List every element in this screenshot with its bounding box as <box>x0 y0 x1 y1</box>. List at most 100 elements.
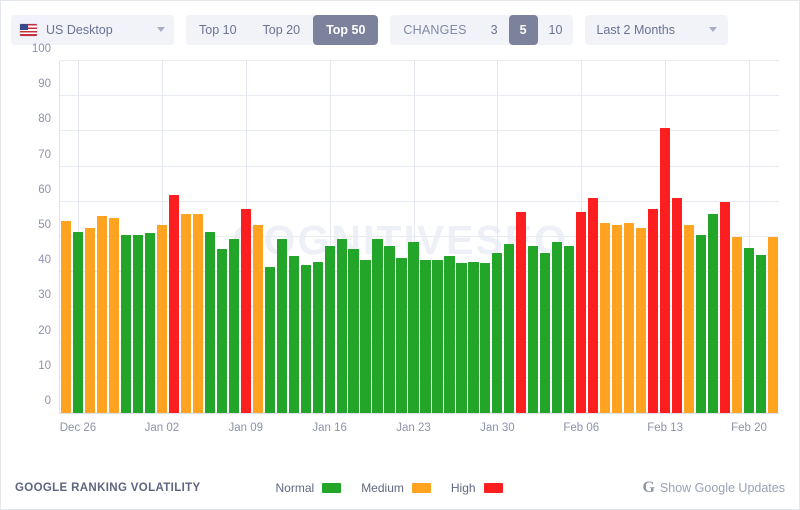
chart-bar[interactable] <box>348 249 359 413</box>
legend-label: Normal <box>275 481 315 495</box>
chart-bar[interactable] <box>384 245 395 413</box>
chart-bar[interactable] <box>648 208 659 413</box>
top-n-segmented-control: Top 10 Top 20 Top 50 <box>186 14 379 45</box>
chart-bar[interactable] <box>564 245 575 413</box>
chart-bar[interactable] <box>84 228 96 413</box>
market-select[interactable]: US Desktop <box>11 14 174 45</box>
chart-bar[interactable] <box>576 212 587 413</box>
chart-plot-area: 0 10 20 30 40 50 60 70 80 90 100 Dec 26 Jan 02 Jan 0… <box>32 43 779 434</box>
chart-bar[interactable] <box>312 261 323 413</box>
x-axis-tick-label: Jan 09 <box>228 422 263 434</box>
y-axis-tick-label: 70 <box>38 148 51 161</box>
chart-bar[interactable] <box>72 231 84 413</box>
x-axis-tick-label: Jan 02 <box>144 422 180 434</box>
chart-bar[interactable] <box>396 258 407 413</box>
chart-bar[interactable] <box>731 237 743 413</box>
chart-bar[interactable] <box>324 245 335 413</box>
us-flag-icon <box>20 23 37 36</box>
legend-swatch <box>411 483 431 493</box>
chart-bar[interactable] <box>336 238 347 413</box>
x-axis-tick-label: Jan 23 <box>396 422 431 434</box>
chart-bar[interactable] <box>180 214 191 413</box>
chart-bar[interactable] <box>767 237 779 413</box>
chart-bar[interactable] <box>660 127 671 413</box>
chart-bar[interactable] <box>96 215 108 413</box>
chart-bar[interactable] <box>372 238 383 413</box>
tab-top-50[interactable]: Top 50 <box>313 14 379 45</box>
y-axis-tick-label: 100 <box>31 43 51 55</box>
chart-bar[interactable] <box>228 238 239 413</box>
legend-item[interactable]: High <box>451 481 503 495</box>
chart-bar[interactable] <box>168 194 179 413</box>
chart-bar[interactable] <box>624 222 635 413</box>
chart-bar[interactable] <box>60 221 72 413</box>
legend-item[interactable]: Medium <box>361 481 431 495</box>
chart-bar[interactable] <box>432 259 443 413</box>
x-axis-tick-label: Jan 16 <box>312 422 347 434</box>
y-axis-tick-label: 60 <box>38 183 51 196</box>
changes-segmented-control: CHANGES 3 5 10 <box>390 14 574 45</box>
legend-label: High <box>450 481 476 495</box>
chart-bar[interactable] <box>456 263 467 413</box>
volatility-chart: COGNITIVESEO 0 10 20 30 40 50 60 70 80 90 100 Dec … <box>13 43 787 443</box>
chart-bar[interactable] <box>108 217 119 413</box>
chart-footer: GOOGLE RANKING VOLATILITY Normal Medium Hi… <box>1 467 799 509</box>
chart-bar[interactable] <box>192 214 203 413</box>
x-axis-tick-label: Feb 20 <box>731 422 767 434</box>
y-axis-tick-label: 10 <box>38 359 51 372</box>
legend-item[interactable]: Normal <box>276 481 342 495</box>
chart-bar[interactable] <box>600 222 611 413</box>
google-g-icon: G <box>642 479 655 496</box>
chart-bar[interactable] <box>144 233 155 413</box>
chart-bar[interactable] <box>492 252 503 413</box>
chart-bar[interactable] <box>719 201 731 413</box>
chart-bar[interactable] <box>360 259 371 413</box>
chart-bar[interactable] <box>240 208 251 413</box>
chart-bar[interactable] <box>288 256 299 413</box>
chart-bar[interactable] <box>755 254 767 413</box>
y-axis-tick-label: 50 <box>38 219 51 231</box>
chart-bar[interactable] <box>216 249 227 413</box>
chart-bar[interactable] <box>540 252 551 413</box>
chevron-down-icon <box>157 27 165 32</box>
chart-bar[interactable] <box>408 242 419 413</box>
chart-bar[interactable] <box>156 224 167 413</box>
tab-changes-3[interactable]: 3 <box>480 15 509 45</box>
chart-bar[interactable] <box>552 242 563 413</box>
chart-bar[interactable] <box>743 247 755 413</box>
tab-changes-5[interactable]: 5 <box>508 14 538 45</box>
chart-bar[interactable] <box>672 198 683 413</box>
chart-bar[interactable] <box>468 261 479 413</box>
chart-bar[interactable] <box>696 235 707 413</box>
chart-bar[interactable] <box>132 235 143 413</box>
show-google-updates-button[interactable]: G Show Google Updates <box>642 480 785 496</box>
chart-bar[interactable] <box>707 214 719 413</box>
chart-legend: Normal Medium High <box>276 481 503 495</box>
chart-bar[interactable] <box>444 256 455 413</box>
chart-bar[interactable] <box>528 245 539 413</box>
tab-top-10[interactable]: Top 10 <box>186 15 250 45</box>
chart-bar[interactable] <box>264 266 275 413</box>
chart-bar[interactable] <box>300 265 311 413</box>
date-range-select[interactable]: Last 2 Months <box>585 14 729 45</box>
chart-bar[interactable] <box>480 263 491 413</box>
market-select-label: US Desktop <box>46 22 113 37</box>
chart-bar[interactable] <box>204 231 215 413</box>
chevron-down-icon <box>709 27 718 32</box>
chart-bar[interactable] <box>636 228 647 413</box>
chart-bar[interactable] <box>588 198 599 413</box>
date-range-label: Last 2 Months <box>596 22 675 37</box>
chart-bar[interactable] <box>612 224 623 413</box>
legend-swatch <box>483 483 503 493</box>
chart-bar[interactable] <box>420 259 431 413</box>
chart-bar[interactable] <box>516 212 527 413</box>
chart-bar[interactable] <box>504 244 515 413</box>
tab-changes-10[interactable]: 10 <box>538 15 574 45</box>
chart-bar[interactable] <box>684 224 695 413</box>
volatility-app: US Desktop Top 10 Top 20 Top 50 CHANGES … <box>0 0 800 510</box>
tab-top-20[interactable]: Top 20 <box>250 15 314 45</box>
x-axis-tick-label: Jan 30 <box>480 422 515 434</box>
chart-bar[interactable] <box>252 224 263 413</box>
chart-bar[interactable] <box>276 238 287 413</box>
chart-bar[interactable] <box>120 235 131 413</box>
